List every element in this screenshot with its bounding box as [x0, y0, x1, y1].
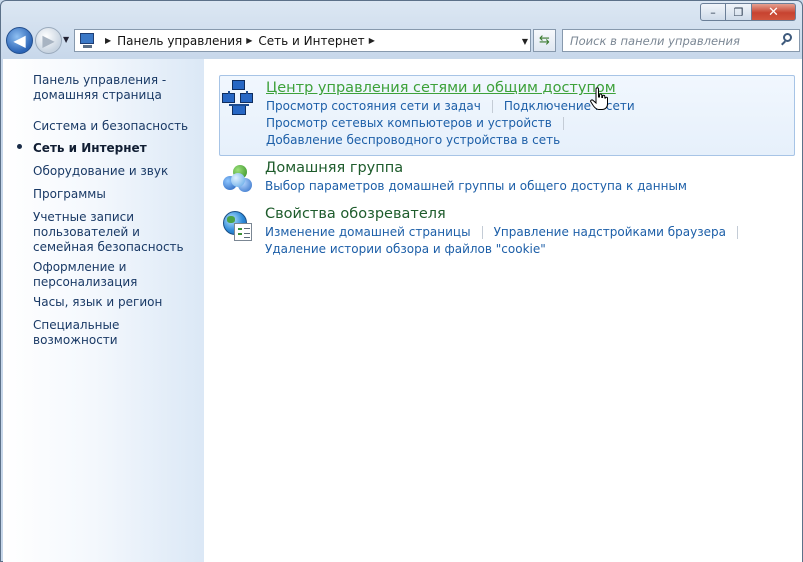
- control-panel-window: – ❐ ✕ ◀ ▶ ▼ ▶ Панель управления ▶ Сеть и…: [0, 0, 803, 562]
- sidebar-item-hardware-sound[interactable]: Оборудование и звук: [33, 164, 198, 179]
- network-center-icon[interactable]: [222, 80, 256, 115]
- link-divider: [491, 99, 493, 113]
- window-caption-buttons: – ❐ ✕: [700, 3, 796, 21]
- view-network-computers-link[interactable]: Просмотр сетевых компьютеров и устройств: [266, 116, 552, 130]
- breadcrumb-network-internet[interactable]: Сеть и Интернет: [258, 34, 364, 48]
- homegroup-link[interactable]: Домашняя группа: [265, 160, 403, 176]
- address-bar[interactable]: ▶ Панель управления ▶ Сеть и Интернет ▶ …: [74, 29, 531, 52]
- close-button[interactable]: ✕: [752, 3, 796, 21]
- forward-button[interactable]: ▶: [35, 27, 62, 54]
- link-divider: [737, 225, 738, 239]
- recent-pages-dropdown-icon[interactable]: ▼: [63, 35, 71, 45]
- sidebar: Панель управления - домашняя страница Си…: [3, 59, 204, 562]
- internet-options-link[interactable]: Свойства обозревателя: [265, 206, 446, 222]
- breadcrumb-separator-icon[interactable]: ▶: [246, 36, 252, 45]
- sidebar-item-user-accounts[interactable]: Учетные записи пользователей и семейная …: [33, 210, 198, 255]
- search-input[interactable]: [563, 30, 768, 51]
- sidebar-item-appearance[interactable]: Оформление и персонализация: [33, 260, 198, 290]
- internet-options-icon[interactable]: [221, 209, 255, 243]
- add-wireless-device-link[interactable]: Добавление беспроводного устройства в се…: [266, 133, 560, 147]
- sidebar-item-accessibility[interactable]: Специальные возможности: [33, 318, 198, 348]
- navigation-bar: ◀ ▶ ▼ ▶ Панель управления ▶ Сеть и Интер…: [5, 27, 800, 55]
- homegroup-options-link[interactable]: Выбор параметров домашней группы и общег…: [265, 179, 687, 193]
- breadcrumb-separator-icon[interactable]: ▶: [105, 36, 111, 45]
- manage-addons-link[interactable]: Управление надстройками браузера: [494, 225, 726, 239]
- main-panel: Центр управления сетями и общим доступом…: [204, 59, 802, 562]
- control-panel-icon: [79, 32, 97, 49]
- delete-browsing-history-link[interactable]: Удаление истории обзора и файлов "cookie…: [265, 242, 546, 256]
- breadcrumb-separator-icon[interactable]: ▶: [369, 36, 375, 45]
- network-sharing-center-link[interactable]: Центр управления сетями и общим доступом: [266, 80, 616, 96]
- refresh-button[interactable]: ⇆: [533, 29, 556, 52]
- sidebar-item-programs[interactable]: Программы: [33, 187, 198, 202]
- link-divider: [481, 225, 483, 239]
- search-icon[interactable]: [780, 33, 794, 47]
- back-button[interactable]: ◀: [6, 27, 33, 54]
- maximize-button[interactable]: ❐: [726, 3, 752, 21]
- sidebar-item-network-internet: Сеть и Интернет: [33, 141, 147, 155]
- sidebar-item-control-panel-home[interactable]: Панель управления - домашняя страница: [33, 73, 198, 103]
- view-network-status-link[interactable]: Просмотр состояния сети и задач: [266, 99, 481, 113]
- section-homegroup: Домашняя группа Выбор параметров домашне…: [219, 159, 795, 201]
- link-divider: [562, 116, 564, 130]
- content-area: Панель управления - домашняя страница Си…: [3, 59, 802, 562]
- homegroup-icon[interactable]: [221, 163, 255, 197]
- connect-to-network-link[interactable]: Подключение к сети: [504, 99, 635, 113]
- active-item-bullet: [17, 144, 22, 149]
- minimize-button[interactable]: –: [700, 3, 726, 21]
- change-home-page-link[interactable]: Изменение домашней страницы: [265, 225, 471, 239]
- sidebar-item-clock-language-region[interactable]: Часы, язык и регион: [33, 295, 198, 310]
- hand-cursor-icon: [590, 87, 608, 110]
- address-history-dropdown-icon[interactable]: ▼: [522, 37, 528, 46]
- search-box[interactable]: [562, 29, 800, 52]
- section-network-sharing-center: Центр управления сетями и общим доступом…: [219, 75, 795, 156]
- sidebar-item-system-security[interactable]: Система и безопасность: [33, 119, 198, 134]
- section-internet-options: Свойства обозревателя Изменение домашней…: [219, 205, 795, 261]
- breadcrumb-control-panel[interactable]: Панель управления: [117, 34, 242, 48]
